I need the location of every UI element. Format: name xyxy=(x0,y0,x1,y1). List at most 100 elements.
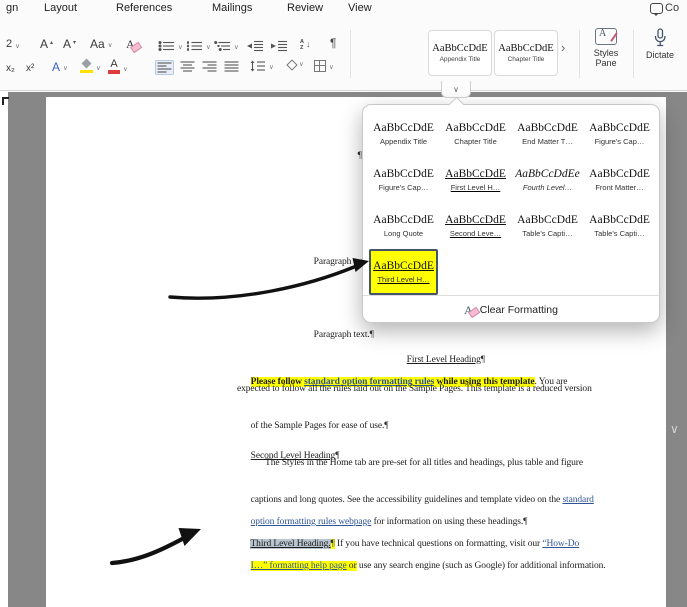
sort-button[interactable]: A Z ↓ xyxy=(300,38,310,51)
comments-button[interactable]: Co xyxy=(650,2,680,16)
style-item-tables-caption[interactable]: AaBbCcDdE Table's Capti… xyxy=(513,203,582,249)
style-item-fourth-level[interactable]: AaBbCcDdEe Fourth Level… xyxy=(513,157,582,203)
style-item-figures-caption-2[interactable]: AaBbCcDdE Figure's Cap… xyxy=(369,157,438,203)
sort-az-icon: A Z xyxy=(300,39,304,51)
clear-formatting-icon: A xyxy=(126,37,135,51)
bullets-button[interactable]: ∨ xyxy=(158,40,183,52)
text-effects-button[interactable]: A ∨ xyxy=(52,61,68,73)
shading-icon xyxy=(286,59,298,71)
styles-pane-label: Styles Pane xyxy=(593,48,619,68)
change-case-button[interactable]: Aa ∨ xyxy=(90,38,112,50)
shading-button[interactable]: ∨ xyxy=(286,59,304,71)
chevron-down-icon: ∨ xyxy=(107,42,113,49)
style-item-front-matter[interactable]: AaBbCcDdE Front Matter… xyxy=(585,157,654,203)
group-divider xyxy=(579,30,580,78)
style-label: Chapter Title xyxy=(507,56,545,63)
align-right-icon xyxy=(202,61,217,72)
justify-icon xyxy=(224,61,239,72)
style-item-long-quote[interactable]: AaBbCcDdE Long Quote xyxy=(369,203,438,249)
font-size-value: 2 xyxy=(6,38,13,50)
align-center-icon xyxy=(180,61,195,72)
line-spacing-icon xyxy=(250,60,265,72)
style-item-figures-caption[interactable]: AaBbCcDdE Figure's Cap… xyxy=(585,111,654,157)
shrink-font-label: A xyxy=(63,37,72,51)
grow-font-label: A xyxy=(40,37,49,51)
styles-pane-icon: A xyxy=(595,28,617,45)
indent-icon xyxy=(271,40,287,52)
line-spacing-button[interactable]: ∨ xyxy=(250,60,274,72)
style-preview: AaBbCcDdE xyxy=(432,43,488,54)
clear-formatting-button[interactable]: A xyxy=(126,38,135,50)
grow-font-button[interactable]: A ▴ xyxy=(40,38,53,50)
clear-formatting-label: Clear Formatting xyxy=(479,303,558,316)
style-label: Appendix Title xyxy=(439,56,481,63)
highlight-color-button[interactable]: ∨ xyxy=(80,60,101,73)
shrink-font-button[interactable]: A ▾ xyxy=(63,38,76,50)
window-edge xyxy=(0,92,8,607)
down-arrow-icon: ↓ xyxy=(305,39,311,49)
change-case-label: Aa xyxy=(90,37,105,51)
webpage-link[interactable]: standard xyxy=(562,495,593,505)
ribbon-tab-layout[interactable]: Layout xyxy=(44,2,77,14)
subscript-label: x₂ xyxy=(6,63,15,74)
help-page-link[interactable]: I…” formatting help page xyxy=(250,561,347,571)
caret-down-icon: ▾ xyxy=(73,40,77,46)
superscript-button[interactable]: x² xyxy=(26,62,34,75)
chevron-down-icon: ∨ xyxy=(63,65,68,72)
borders-icon xyxy=(314,60,326,72)
style-item-tables-caption-2[interactable]: AaBbCcDdE Table's Capti… xyxy=(585,203,654,249)
chevron-down-icon: ∨ xyxy=(15,43,20,50)
chevron-down-icon: ∨ xyxy=(206,44,211,51)
font-size-combo[interactable]: 2 ∨ xyxy=(6,38,20,51)
subscript-button[interactable]: x₂ xyxy=(6,62,15,75)
ribbon-tab-mailings[interactable]: Mailings xyxy=(212,2,252,14)
caret-up-icon: ▴ xyxy=(50,40,54,46)
borders-button[interactable]: ∨ xyxy=(314,60,334,72)
text-effects-icon: A xyxy=(52,60,61,74)
increase-indent-button[interactable] xyxy=(270,40,288,52)
align-right-button[interactable] xyxy=(202,61,217,72)
ribbon-tab-review[interactable]: Review xyxy=(287,2,323,14)
justify-button[interactable] xyxy=(224,61,239,72)
comments-label: Co xyxy=(665,2,680,14)
align-center-button[interactable] xyxy=(180,61,195,72)
style-item-end-matter-title[interactable]: AaBbCcDdE End Matter T… xyxy=(513,111,582,157)
clear-formatting-menu-item[interactable]: A Clear Formatting xyxy=(363,295,659,323)
ribbon: gn Layout References Mailings Review Vie… xyxy=(0,0,687,91)
style-item-chapter-title[interactable]: AaBbCcDdE Chapter Title xyxy=(441,111,510,157)
chevron-down-icon: ∨ xyxy=(123,65,128,73)
group-divider xyxy=(350,30,351,78)
multilevel-list-button[interactable]: ∨ xyxy=(214,40,239,52)
style-item-appendix-title[interactable]: AaBbCcDdE Appendix Title xyxy=(369,111,438,157)
style-item-second-level-heading[interactable]: AaBbCcDdE Second Leve… xyxy=(441,203,510,249)
microphone-icon xyxy=(654,28,666,47)
style-item-third-level-heading[interactable]: AaBbCcDdE Third Level H… xyxy=(369,249,438,295)
ribbon-tab-references[interactable]: References xyxy=(116,2,172,14)
pilcrow-icon: ¶ xyxy=(330,36,337,50)
style-gallery-chapter-title[interactable]: AaBbCcDdE Chapter Title xyxy=(494,30,558,76)
gallery-more-button[interactable]: › xyxy=(561,40,565,55)
chevron-down-icon: ∨ xyxy=(453,84,459,94)
ribbon-tab-view[interactable]: View xyxy=(348,2,372,14)
scroll-chevron[interactable]: ∨ xyxy=(670,422,679,436)
style-preview: AaBbCcDdE xyxy=(498,43,554,54)
body-line: expected to follow all the rules laid ou… xyxy=(237,384,592,394)
decrease-indent-button[interactable] xyxy=(246,40,264,52)
ribbon-tab-design[interactable]: gn xyxy=(6,2,18,14)
bulleted-list-icon xyxy=(158,40,174,52)
group-divider xyxy=(633,30,634,78)
style-gallery-appendix-title[interactable]: AaBbCcDdE Appendix Title xyxy=(428,30,492,76)
multilevel-list-icon xyxy=(214,40,230,52)
styles-pane-button[interactable]: A Styles Pane xyxy=(582,28,630,68)
superscript-label: x² xyxy=(26,63,35,74)
align-left-icon xyxy=(157,62,172,73)
numbering-button[interactable]: ∨ xyxy=(186,40,211,52)
word-window: gn Layout References Mailings Review Vie… xyxy=(0,0,687,607)
show-marks-button[interactable]: ¶ xyxy=(330,37,336,50)
pilcrow-mark: ¶ xyxy=(384,421,389,431)
align-left-button[interactable] xyxy=(155,60,174,75)
font-color-button[interactable]: A ∨ xyxy=(108,59,128,74)
dictate-button[interactable]: Dictate xyxy=(636,28,684,60)
style-item-first-level-heading[interactable]: AaBbCcDdE First Level H… xyxy=(441,157,510,203)
comment-bubble-icon xyxy=(650,3,663,16)
